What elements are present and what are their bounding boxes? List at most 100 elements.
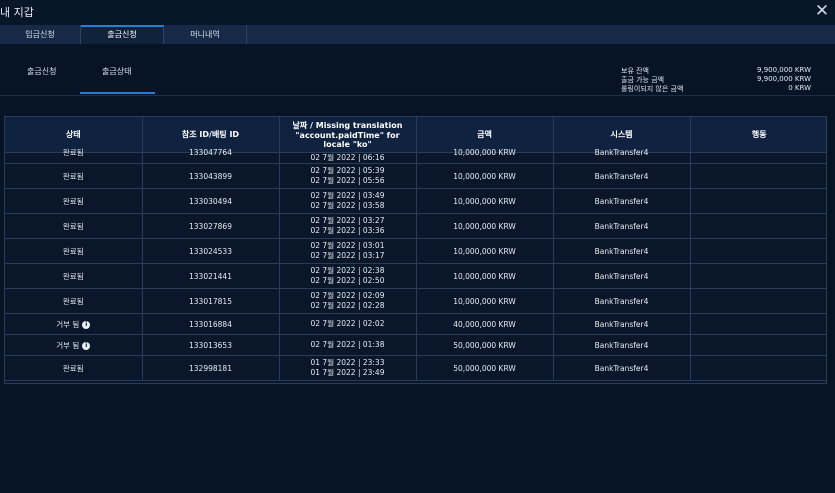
- cell-ref: 133016884: [142, 313, 280, 335]
- status-text: 완료됨: [62, 221, 84, 231]
- cell-status: 완료됨: [5, 148, 143, 164]
- table-row: 완료됨 133047764 02 7월 2022 | 06:16 10,000,…: [5, 148, 826, 164]
- withdrawal-status-table[interactable]: 상태 참조 ID/배팅 ID 날짜 / Missing translation …: [4, 116, 827, 384]
- status-text: 거부 됨: [56, 340, 80, 350]
- date-requested: 02 7월 2022 | 03:49: [310, 191, 385, 200]
- cell-system: BankTransfer4: [553, 163, 691, 189]
- table-row: 완료됨 133021441 02 7월 2022 | 02:38 02 7월 2022…: [5, 263, 826, 289]
- title-bar: 내 지갑 ✕: [0, 0, 835, 25]
- date-paid: 01 7월 2022 | 23:49: [310, 368, 385, 377]
- system: BankTransfer4: [594, 221, 649, 231]
- date-requested: 02 7월 2022 | 02:09: [310, 291, 385, 300]
- system: BankTransfer4: [594, 363, 649, 373]
- cell-ref: 133013653: [142, 334, 280, 356]
- cell-date: 02 7월 2022 | 02:38 02 7월 2022 | 02:50: [279, 263, 417, 289]
- cell-status: 완료됨: [5, 213, 143, 239]
- ref-id: 133027869: [189, 221, 232, 231]
- system: BankTransfer4: [594, 246, 649, 256]
- date-paid: 02 7월 2022 | 03:17: [310, 251, 385, 260]
- cell-ref: 133030494: [142, 188, 280, 214]
- system: BankTransfer4: [594, 271, 649, 281]
- cell-status: 완료됨: [5, 163, 143, 189]
- cell-status: 완료됨: [5, 355, 143, 381]
- cell-action: [690, 263, 826, 289]
- cell-action: [690, 355, 826, 381]
- date-requested: 02 7월 2022 | 03:01: [310, 241, 385, 250]
- amount: 10,000,000 KRW: [453, 221, 516, 231]
- close-icon[interactable]: ✕: [813, 2, 831, 20]
- ref-id: 133030494: [189, 196, 232, 206]
- amount: 40,000,000 KRW: [453, 319, 516, 329]
- amount: 50,000,000 KRW: [453, 340, 516, 350]
- date-paid: 02 7월 2022 | 03:58: [310, 201, 385, 210]
- amount: 50,000,000 KRW: [453, 363, 516, 373]
- subtab-withdraw-request[interactable]: 출금신청: [27, 66, 56, 77]
- status-text: 완료됨: [62, 246, 84, 256]
- cell-amount: 40,000,000 KRW: [416, 313, 554, 335]
- cell-status: 거부 됨i: [5, 313, 143, 335]
- table-row: 완료됨 133027869 02 7월 2022 | 03:27 02 7월 2022…: [5, 213, 826, 239]
- cell-action: [690, 188, 826, 214]
- table-row: 완료됨 132998181 01 7월 2022 | 23:33 01 7월 2022…: [5, 355, 826, 381]
- cell-action: [690, 238, 826, 264]
- cell-date: 02 7월 2022 | 02:09 02 7월 2022 | 02:28: [279, 288, 417, 314]
- ref-id: 133024533: [189, 246, 232, 256]
- status-text: 완료됨: [62, 271, 84, 281]
- amount: 10,000,000 KRW: [453, 296, 516, 306]
- system: BankTransfer4: [594, 319, 649, 329]
- ref-id: 133021441: [189, 271, 232, 281]
- cell-status: 완료됨: [5, 188, 143, 214]
- table-row: 완료됨 133043899 02 7월 2022 | 05:39 02 7월 2022…: [5, 163, 826, 189]
- ref-id: 133016884: [189, 319, 232, 329]
- cell-action: [690, 313, 826, 335]
- info-icon[interactable]: i: [82, 320, 91, 329]
- table-row: 완료됨 133024533 02 7월 2022 | 03:01 02 7월 2022…: [5, 238, 826, 264]
- date-requested: 01 7월 2022 | 23:33: [310, 358, 385, 367]
- tab-money-history[interactable]: 머니내역: [164, 25, 247, 44]
- cell-date: 02 7월 2022 | 01:38: [279, 334, 417, 356]
- cell-system: BankTransfer4: [553, 238, 691, 264]
- system: BankTransfer4: [594, 340, 649, 350]
- cell-status: 거부 됨i: [5, 334, 143, 356]
- cell-ref: 133027869: [142, 213, 280, 239]
- cell-status: 완료됨: [5, 263, 143, 289]
- cell-date: 02 7월 2022 | 03:49 02 7월 2022 | 03:58: [279, 188, 417, 214]
- tab-withdraw[interactable]: 출금신청: [81, 25, 164, 44]
- cell-amount: 50,000,000 KRW: [416, 355, 554, 381]
- cell-system: BankTransfer4: [553, 188, 691, 214]
- cell-status: 완료됨: [5, 288, 143, 314]
- cell-date: 02 7월 2022 | 06:16: [279, 152, 417, 164]
- cell-amount: 10,000,000 KRW: [416, 188, 554, 214]
- table-row: 완료됨 133017815 02 7월 2022 | 02:09 02 7월 2022…: [5, 288, 826, 314]
- cell-date: 02 7월 2022 | 03:27 02 7월 2022 | 03:36: [279, 213, 417, 239]
- subtab-withdraw-status[interactable]: 출금상태: [102, 66, 131, 77]
- header-action: 행동: [690, 117, 826, 153]
- balance-rollover-label: 롤링이되지 않은 금액: [621, 85, 684, 93]
- cell-amount: 10,000,000 KRW: [416, 238, 554, 264]
- tab-deposit[interactable]: 입금신청: [0, 25, 81, 44]
- table-row: 거부 됨 i 133013653 02 7월 2022 | 01:38 50,000,0…: [5, 334, 826, 356]
- cell-amount: 10,000,000 KRW: [416, 213, 554, 239]
- date-requested: 02 7월 2022 | 05:39: [310, 166, 385, 175]
- cell-ref: 133017815: [142, 288, 280, 314]
- cell-status: 완료됨: [5, 238, 143, 264]
- date-requested: 02 7월 2022 | 03:27: [310, 216, 385, 225]
- ref-id: 133043899: [189, 171, 232, 181]
- header-date: 날짜 / Missing translation "account.paidTi…: [279, 117, 417, 153]
- cell-date: 02 7월 2022 | 05:39 02 7월 2022 | 05:56: [279, 163, 417, 189]
- status-text: 완료됨: [62, 363, 84, 373]
- cell-action: [690, 163, 826, 189]
- cell-ref: 133024533: [142, 238, 280, 264]
- tab-bar: 입금신청 출금신청 머니내역: [0, 25, 835, 44]
- date-paid: 02 7월 2022 | 02:50: [310, 276, 385, 285]
- cell-amount: 50,000,000 KRW: [416, 334, 554, 356]
- cell-system: BankTransfer4: [553, 263, 691, 289]
- date-requested: 02 7월 2022 | 02:38: [310, 266, 385, 275]
- info-icon[interactable]: i: [82, 341, 91, 350]
- cell-action: [690, 152, 826, 164]
- cell-amount: 10,000,000 KRW: [416, 163, 554, 189]
- cell-action: [690, 213, 826, 239]
- date-requested: 02 7월 2022 | 01:38: [310, 340, 385, 349]
- amount: 10,000,000 KRW: [453, 196, 516, 206]
- cell-amount: 10,000,000 KRW: [416, 148, 554, 164]
